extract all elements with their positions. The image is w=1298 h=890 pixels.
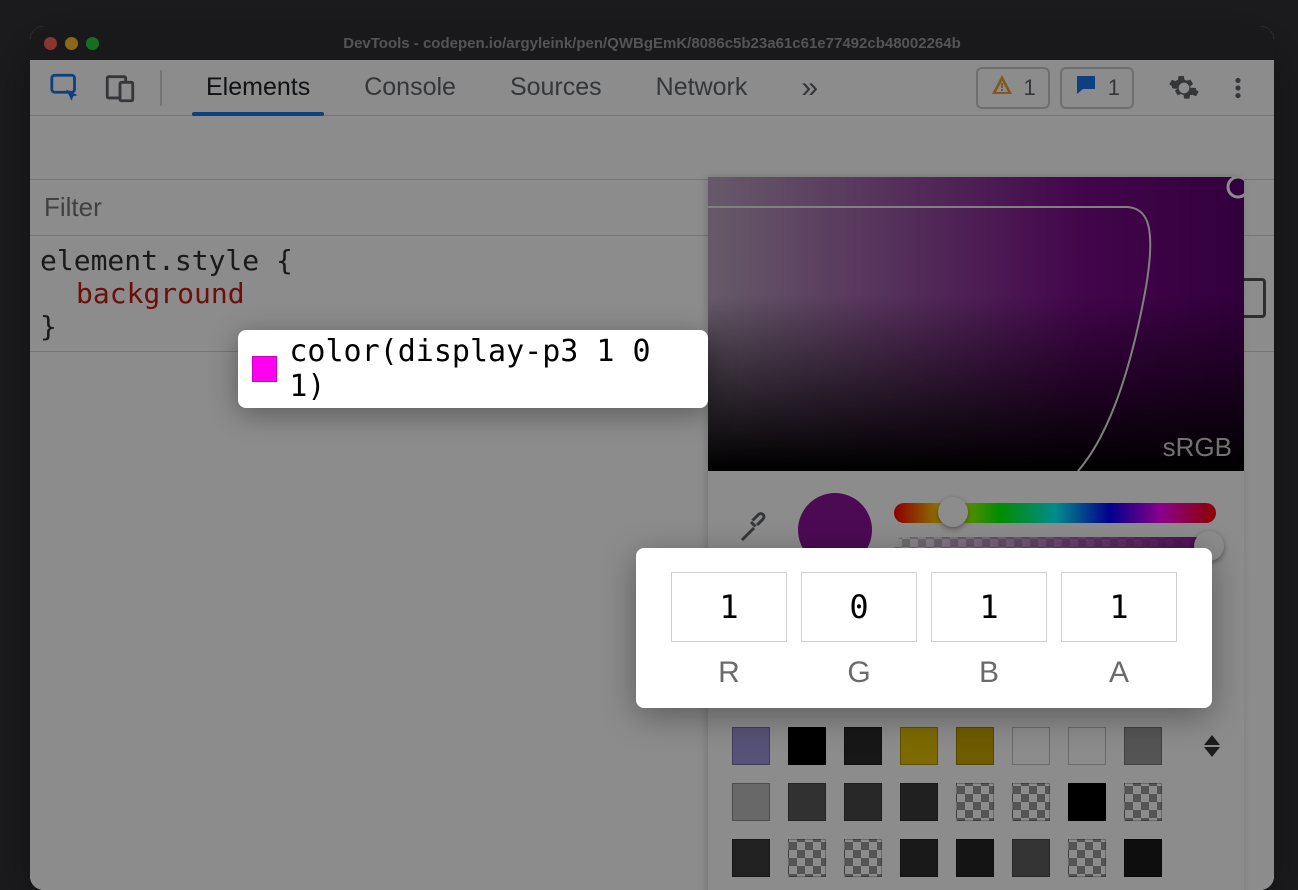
channel-G: G: [801, 572, 917, 690]
gamut-boundary: [708, 177, 1244, 471]
palette-swatch[interactable]: [956, 783, 994, 821]
channel-R: R: [671, 572, 787, 690]
property-name[interactable]: background: [76, 277, 245, 310]
channel-label-B: B: [979, 656, 999, 690]
channel-input-G[interactable]: [801, 572, 917, 642]
srgb-label: sRGB: [1163, 432, 1232, 463]
channel-input-R[interactable]: [671, 572, 787, 642]
devtools-toolbar: Elements Console Sources Network » 1 1: [30, 60, 1274, 116]
palette-swatch[interactable]: [788, 839, 826, 877]
warnings-count: 1: [1024, 75, 1036, 101]
color-palette: [708, 715, 1244, 889]
palette-swatch[interactable]: [1012, 783, 1050, 821]
palette-swatch[interactable]: [844, 783, 882, 821]
palette-swatch[interactable]: [844, 727, 882, 765]
eyedropper-icon[interactable]: [736, 510, 776, 551]
channel-input-B[interactable]: [931, 572, 1047, 642]
hue-slider[interactable]: [894, 503, 1216, 523]
palette-row: [732, 727, 1220, 765]
channel-A: A: [1061, 572, 1177, 690]
palette-swatch[interactable]: [956, 839, 994, 877]
palette-swatch[interactable]: [1012, 727, 1050, 765]
minimize-icon[interactable]: [65, 37, 78, 50]
palette-swatch[interactable]: [956, 727, 994, 765]
color-value-text[interactable]: color(display-p3 1 0 1): [289, 334, 694, 404]
palette-swatch[interactable]: [1124, 727, 1162, 765]
open-brace: {: [276, 244, 294, 277]
traffic-lights: [44, 37, 99, 50]
styles-header: [30, 116, 1274, 180]
palette-swatch[interactable]: [844, 839, 882, 877]
channel-label-G: G: [847, 656, 870, 690]
palette-stepper[interactable]: [1204, 735, 1220, 757]
window-titlebar: DevTools - codepen.io/argyleink/pen/QWBg…: [30, 26, 1274, 60]
hue-thumb[interactable]: [938, 497, 968, 527]
color-picker: sRGB: [708, 177, 1244, 890]
devtools-window: DevTools - codepen.io/argyleink/pen/QWBg…: [30, 26, 1274, 890]
palette-swatch[interactable]: [788, 727, 826, 765]
tab-sources[interactable]: Sources: [510, 60, 602, 115]
palette-swatch[interactable]: [732, 727, 770, 765]
window-title: DevTools - codepen.io/argyleink/pen/QWBg…: [30, 35, 1274, 52]
devtools-tabs: Elements Console Sources Network »: [206, 60, 818, 115]
palette-swatch[interactable]: [1068, 783, 1106, 821]
palette-swatch[interactable]: [732, 783, 770, 821]
warnings-badge[interactable]: 1: [976, 67, 1050, 109]
palette-swatch[interactable]: [1124, 783, 1162, 821]
tab-console[interactable]: Console: [364, 60, 456, 115]
channel-label-R: R: [718, 656, 740, 690]
device-toggle-icon[interactable]: [98, 66, 142, 110]
rgba-inputs-popover: RGBA: [636, 548, 1212, 708]
issues-badge[interactable]: 1: [1060, 67, 1134, 109]
palette-swatch[interactable]: [900, 783, 938, 821]
inspect-icon[interactable]: [44, 66, 88, 110]
palette-swatch[interactable]: [732, 839, 770, 877]
palette-swatch[interactable]: [1124, 839, 1162, 877]
tab-elements[interactable]: Elements: [206, 60, 310, 115]
tab-overflow[interactable]: »: [801, 60, 818, 115]
issues-count: 1: [1108, 75, 1120, 101]
gear-icon[interactable]: [1162, 66, 1206, 110]
saturation-field[interactable]: sRGB: [708, 177, 1244, 471]
palette-swatch[interactable]: [1068, 727, 1106, 765]
selector-text: element.style: [40, 244, 259, 277]
color-swatch-icon[interactable]: [252, 356, 277, 382]
channel-label-A: A: [1109, 656, 1129, 690]
palette-swatch[interactable]: [1068, 839, 1106, 877]
issues-icon: [1074, 73, 1098, 103]
warning-icon: [990, 73, 1014, 103]
divider: [160, 70, 162, 106]
palette-row: [732, 839, 1220, 877]
tab-network[interactable]: Network: [656, 60, 748, 115]
more-icon[interactable]: [1216, 66, 1260, 110]
maximize-icon[interactable]: [86, 37, 99, 50]
palette-row: [732, 783, 1220, 821]
palette-swatch[interactable]: [900, 727, 938, 765]
palette-swatch[interactable]: [900, 839, 938, 877]
channel-input-A[interactable]: [1061, 572, 1177, 642]
close-brace: }: [40, 310, 58, 343]
palette-swatch[interactable]: [1012, 839, 1050, 877]
channel-B: B: [931, 572, 1047, 690]
close-icon[interactable]: [44, 37, 57, 50]
color-value-popover: color(display-p3 1 0 1): [238, 330, 708, 408]
palette-swatch[interactable]: [788, 783, 826, 821]
